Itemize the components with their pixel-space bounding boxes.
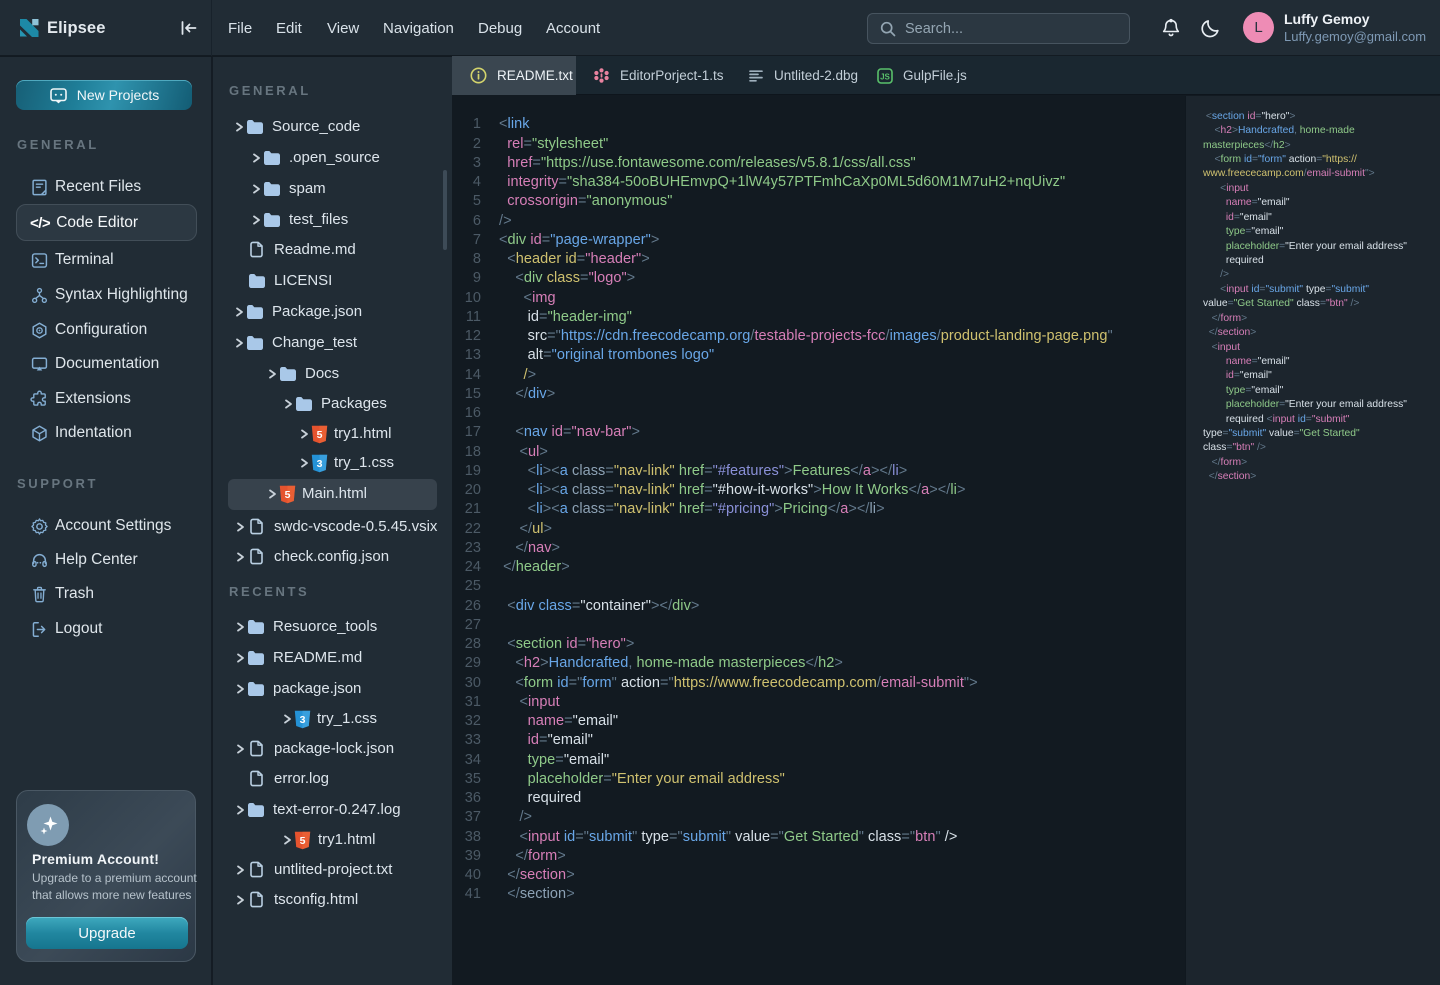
svg-text:5: 5: [285, 489, 291, 501]
svg-text:3: 3: [317, 458, 323, 470]
svg-text:3: 3: [300, 714, 306, 726]
svg-text:JS: JS: [880, 72, 890, 81]
svg-text:5: 5: [317, 429, 323, 441]
svg-text:5: 5: [300, 835, 306, 847]
